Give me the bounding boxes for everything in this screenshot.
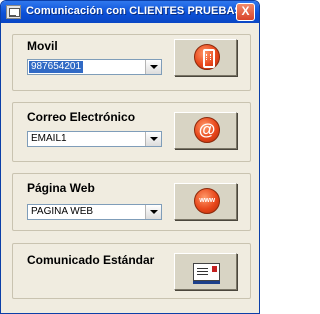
letter-base-bar: [193, 281, 220, 284]
chevron-down-icon[interactable]: [145, 60, 161, 74]
window-title: Comunicación con CLIENTES PRUEBAS 1: [26, 5, 252, 17]
web-label: Página Web: [27, 181, 95, 195]
correo-select-value: EMAIL1: [31, 133, 67, 144]
movil-select-value: 987654201: [29, 61, 84, 73]
correo-select[interactable]: EMAIL1: [27, 131, 162, 147]
estandar-label: Comunicado Estándar: [27, 253, 155, 267]
movil-label: Movil: [27, 39, 58, 53]
letter-envelope-icon: [193, 263, 220, 281]
standard-letter-button[interactable]: [174, 253, 237, 290]
call-mobile-button[interactable]: [174, 39, 237, 76]
correo-label: Correo Electrónico: [27, 110, 136, 124]
close-button[interactable]: X: [236, 3, 255, 21]
app-icon: [6, 5, 21, 19]
chevron-down-icon[interactable]: [145, 205, 161, 219]
correo-group: Correo Electrónico EMAIL1 @: [12, 102, 251, 162]
movil-group: Movil 987654201: [12, 34, 251, 91]
email-at-icon: @: [194, 117, 220, 143]
web-group: Página Web PAGINA WEB www: [12, 173, 251, 231]
movil-select[interactable]: 987654201: [27, 59, 162, 75]
title-bar[interactable]: Comunicación con CLIENTES PRUEBAS 1 X: [1, 1, 259, 23]
open-web-button[interactable]: www: [174, 183, 237, 220]
send-email-button[interactable]: @: [174, 112, 237, 149]
window: Comunicación con CLIENTES PRUEBAS 1 X Mo…: [0, 0, 260, 314]
www-globe-icon: www: [194, 188, 220, 214]
estandar-group: Comunicado Estándar: [12, 243, 251, 299]
web-select[interactable]: PAGINA WEB: [27, 204, 162, 220]
web-select-value: PAGINA WEB: [31, 206, 94, 217]
chevron-down-icon[interactable]: [145, 132, 161, 146]
mobile-phone-icon: [194, 44, 220, 70]
